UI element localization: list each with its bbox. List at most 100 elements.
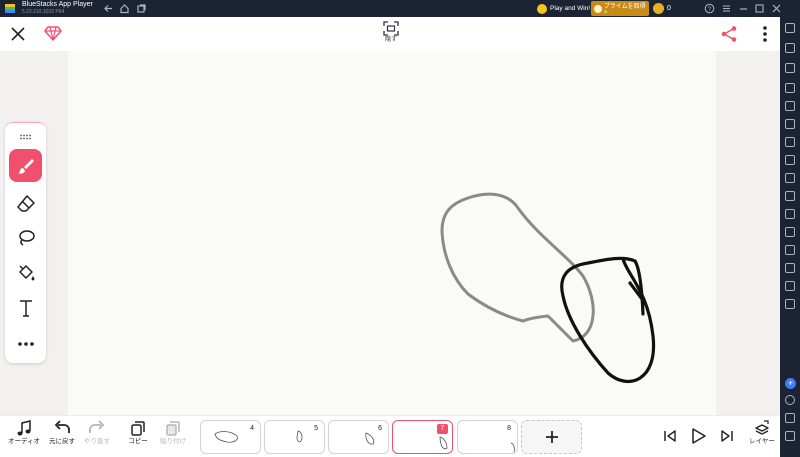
- sidebar-tool-icon[interactable]: [785, 209, 795, 219]
- close-icon[interactable]: [10, 26, 26, 42]
- bottom-toolbar: オーディオ 元に戻す やり直す コピー 貼り付け 4 5 6 7 8 レイヤー: [0, 415, 780, 457]
- coin-icon: [653, 3, 664, 14]
- paste-label: 貼り付け: [160, 438, 186, 445]
- maximize-icon[interactable]: [754, 3, 765, 14]
- play-and-win-button[interactable]: Play and Win!: [537, 2, 590, 15]
- brush-icon: [17, 158, 34, 174]
- hide-frame-icon: [383, 21, 399, 36]
- premium-icon: [594, 4, 602, 13]
- window-title: BlueStacks App Player: [22, 1, 93, 8]
- audio-button[interactable]: オーディオ: [6, 420, 42, 454]
- play-and-win-label: Play and Win!: [550, 5, 591, 12]
- music-note-icon: [17, 420, 31, 436]
- sidebar-tool-icon[interactable]: [785, 173, 795, 183]
- frame-thumbnail[interactable]: 5: [264, 420, 325, 454]
- current-frame-stroke: [560, 256, 656, 383]
- text-icon: [19, 299, 32, 317]
- canvas-drawing: [440, 192, 656, 383]
- frame-number: 6: [378, 425, 382, 432]
- text-tool[interactable]: [9, 291, 42, 324]
- back-nav-icon[interactable]: [785, 413, 795, 423]
- lasso-icon: [18, 229, 35, 246]
- plus-icon: [545, 431, 558, 443]
- redo-button[interactable]: やり直す: [79, 420, 115, 454]
- emulator-sidebar: +: [780, 17, 800, 457]
- premium-label: プライムを取得 >: [603, 4, 646, 16]
- sidebar-tool-icon[interactable]: [785, 101, 795, 111]
- frame-number: 5: [314, 425, 318, 432]
- play-and-win-icon: [537, 3, 547, 14]
- window-version: 5.22.210.1032 P64: [22, 9, 65, 15]
- premium-button[interactable]: プライムを取得 >: [591, 1, 649, 16]
- sidebar-tool-icon[interactable]: [785, 263, 795, 273]
- more-tools[interactable]: [9, 327, 42, 360]
- undo-icon: [54, 420, 70, 433]
- gem-icon[interactable]: [44, 25, 62, 42]
- frame-number: 7: [437, 424, 448, 434]
- drag-handle-icon[interactable]: [19, 134, 32, 140]
- frame-number: 4: [250, 425, 254, 432]
- paste-button[interactable]: 貼り付け: [155, 420, 191, 454]
- skip-back-icon[interactable]: [662, 428, 678, 444]
- window-close-icon[interactable]: [771, 3, 782, 14]
- paste-icon: [166, 421, 180, 436]
- sidebar-tool-icon[interactable]: [785, 83, 795, 93]
- sidebar-tool-icon[interactable]: [785, 63, 795, 73]
- bluestacks-logo-icon: [5, 4, 15, 13]
- animation-app: 隠す オーディオ 元に戻す やり直す コピー 貼り付け 4 5 6 7 8 レイ…: [0, 17, 780, 457]
- sidebar-tool-icon[interactable]: [785, 155, 795, 165]
- sidebar-tool-icon[interactable]: [785, 137, 795, 147]
- sidebar-tool-icon[interactable]: [785, 281, 795, 291]
- layer-button[interactable]: レイヤー: [744, 420, 780, 454]
- coins-value: 0: [667, 5, 671, 12]
- hide-label: 隠す: [384, 37, 397, 43]
- add-instance-icon[interactable]: +: [785, 378, 796, 389]
- eraser-icon: [16, 194, 35, 212]
- sidebar-tool-icon[interactable]: [785, 191, 795, 201]
- audio-label: オーディオ: [7, 438, 41, 445]
- redo-icon: [89, 420, 105, 433]
- frame-thumbnail[interactable]: 8: [457, 420, 518, 454]
- more-vertical-icon[interactable]: [757, 25, 773, 43]
- back-icon[interactable]: [103, 3, 114, 14]
- sidebar-tool-icon[interactable]: [785, 227, 795, 237]
- frame-thumbnail-current[interactable]: 7: [392, 420, 453, 454]
- sidebar-tool-icon[interactable]: [785, 245, 795, 255]
- redo-label: やり直す: [84, 438, 110, 445]
- help-icon[interactable]: ?: [704, 3, 715, 14]
- home-nav-icon[interactable]: [785, 431, 795, 441]
- frame-thumbnail[interactable]: 6: [328, 420, 389, 454]
- canvas-area: [0, 51, 780, 415]
- brush-tool[interactable]: [9, 149, 42, 182]
- menu-icon[interactable]: [721, 3, 732, 14]
- undo-button[interactable]: 元に戻す: [44, 420, 80, 454]
- tool-palette: [5, 122, 46, 363]
- copy-button[interactable]: コピー: [120, 420, 156, 454]
- sidebar-tool-icon[interactable]: [785, 43, 795, 53]
- eraser-tool[interactable]: [9, 186, 42, 219]
- minimize-icon[interactable]: [738, 3, 749, 14]
- sidebar-tool-icon[interactable]: [785, 119, 795, 129]
- undo-label: 元に戻す: [49, 438, 75, 445]
- tabs-icon[interactable]: [136, 3, 147, 14]
- sidebar-tool-icon[interactable]: [785, 299, 795, 309]
- drawing-canvas[interactable]: [68, 51, 716, 415]
- skip-forward-icon[interactable]: [719, 428, 735, 444]
- coins-counter[interactable]: 0: [653, 2, 683, 15]
- home-icon[interactable]: [119, 3, 130, 14]
- frame-thumbnail[interactable]: 4: [200, 420, 261, 454]
- copy-icon: [131, 421, 145, 436]
- share-icon[interactable]: [720, 25, 738, 43]
- lasso-tool[interactable]: [9, 221, 42, 254]
- fill-bucket-icon: [18, 264, 34, 280]
- copy-label: コピー: [128, 438, 148, 445]
- fill-tool[interactable]: [9, 256, 42, 289]
- frame-number: 8: [507, 425, 511, 432]
- hide-button[interactable]: 隠す: [376, 21, 406, 49]
- app-topbar: 隠す: [0, 17, 780, 51]
- add-frame-button[interactable]: [521, 420, 582, 454]
- play-icon[interactable]: [689, 427, 707, 445]
- fullscreen-icon[interactable]: [785, 23, 795, 33]
- emulator-titlebar: BlueStacks App Player 5.22.210.1032 P64 …: [0, 0, 800, 17]
- settings-icon[interactable]: [785, 395, 795, 405]
